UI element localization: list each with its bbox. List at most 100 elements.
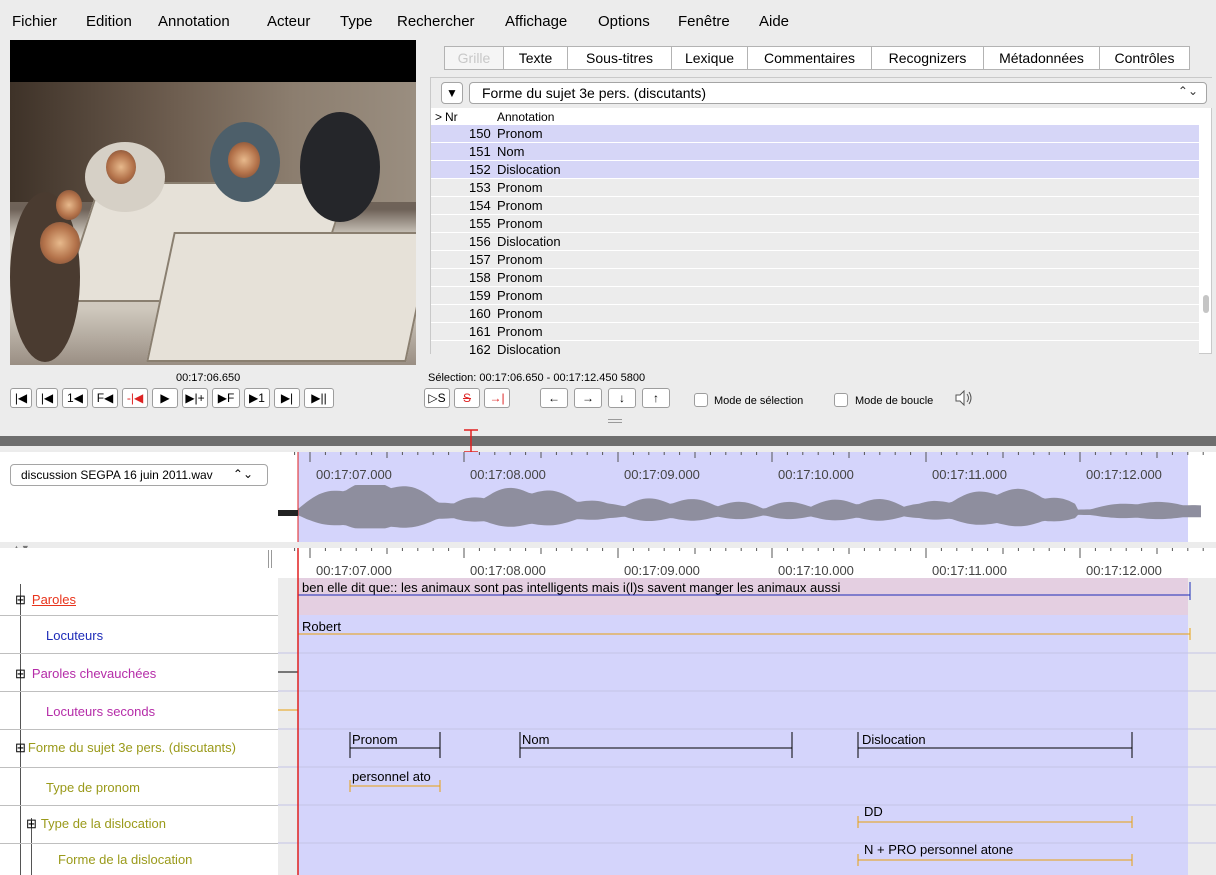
menu-affichage[interactable]: Affichage bbox=[505, 13, 567, 30]
grid-row[interactable]: 154 Pronom bbox=[431, 197, 1199, 215]
waveform-plot[interactable]: 00:17:07.000 00:17:08.000 00:17:09.000 00:1… bbox=[278, 452, 1216, 542]
menu-acteur[interactable]: Acteur bbox=[267, 13, 310, 30]
grid-row[interactable]: 159 Pronom bbox=[431, 287, 1199, 305]
tier-locuteurs[interactable]: Locuteurs bbox=[34, 628, 103, 643]
play-selection-button[interactable]: ▷S bbox=[424, 388, 450, 408]
expand-icon[interactable]: ⊞ bbox=[15, 740, 26, 755]
go-to-begin-button[interactable]: |◀ bbox=[10, 388, 32, 408]
next-frame-button[interactable]: ▶| bbox=[274, 388, 300, 408]
tier-forme-dislocation[interactable]: Forme de la dislocation bbox=[44, 852, 192, 867]
menu-aide[interactable]: Aide bbox=[759, 13, 789, 30]
forward-one-second-button[interactable]: ▶1 bbox=[244, 388, 270, 408]
menu-edition[interactable]: Edition bbox=[86, 13, 132, 30]
grid-row[interactable]: 155 Pronom bbox=[431, 215, 1199, 233]
tab-metadonnees[interactable]: Métadonnées bbox=[984, 46, 1100, 70]
menu-fichier[interactable]: Fichier bbox=[12, 13, 57, 30]
scrollbar-thumb[interactable] bbox=[1203, 295, 1209, 313]
previous-frame-button[interactable]: |◀ bbox=[36, 388, 58, 408]
expand-icon[interactable]: ⊞ bbox=[26, 816, 37, 831]
video-viewer[interactable] bbox=[10, 40, 416, 365]
menu-options[interactable]: Options bbox=[598, 13, 650, 30]
mode-boucle-checkbox[interactable] bbox=[834, 393, 848, 407]
grid-scrollbar[interactable] bbox=[1202, 125, 1210, 354]
tab-recognizers[interactable]: Recognizers bbox=[872, 46, 984, 70]
tab-controles[interactable]: Contrôles bbox=[1100, 46, 1190, 70]
grid-panel: ▼ Forme du sujet 3e pers. (discutants) ⌃… bbox=[430, 77, 1213, 354]
grid-row[interactable]: 160 Pronom bbox=[431, 305, 1199, 323]
menu-rechercher[interactable]: Rechercher bbox=[397, 13, 475, 30]
row-nr: 157 bbox=[469, 252, 491, 267]
back-frame-button[interactable]: F◀ bbox=[92, 388, 118, 408]
volume-icon[interactable] bbox=[954, 390, 974, 406]
row-nr: 156 bbox=[469, 234, 491, 249]
annotation-type-dislocation[interactable]: DD bbox=[864, 804, 883, 819]
annotation-nom[interactable]: Nom bbox=[522, 732, 549, 747]
row-nr: 150 bbox=[469, 126, 491, 141]
tier-select[interactable]: Forme du sujet 3e pers. (discutants) ⌃⌄ bbox=[469, 82, 1207, 104]
annotation-dislocation[interactable]: Dislocation bbox=[862, 732, 926, 747]
tier-paroles[interactable]: ⊞ Paroles bbox=[15, 592, 76, 608]
selection-end-button[interactable]: →| bbox=[484, 388, 510, 408]
ruler-tick-label: 00:17:07.000 bbox=[316, 467, 392, 482]
tier-paroles-chevauchees[interactable]: ⊞ Paroles chevauchées bbox=[15, 666, 156, 682]
back-pixel-button[interactable]: -|◀ bbox=[122, 388, 148, 408]
grid-row[interactable]: 162 Dislocation bbox=[431, 341, 1199, 354]
panel-resize-handle[interactable] bbox=[268, 550, 272, 568]
tab-texte[interactable]: Texte bbox=[504, 46, 568, 70]
audio-file-select[interactable]: discussion SEGPA 16 juin 2011.wav ⌃⌄ bbox=[10, 464, 268, 486]
tier-type-pronom[interactable]: Type de pronom bbox=[34, 780, 140, 795]
mode-selection-checkbox[interactable] bbox=[694, 393, 708, 407]
annotation-pronom[interactable]: Pronom bbox=[352, 732, 398, 747]
grid-row[interactable]: 158 Pronom bbox=[431, 269, 1199, 287]
annotation-below-button[interactable]: ↓ bbox=[608, 388, 636, 408]
splitter-handle[interactable] bbox=[608, 419, 622, 423]
clear-selection-button[interactable]: S bbox=[454, 388, 480, 408]
grid-row[interactable]: 150 Pronom bbox=[431, 125, 1199, 143]
play-button[interactable]: ▶ bbox=[152, 388, 178, 408]
mode-selection-label: Mode de sélection bbox=[714, 395, 804, 407]
col-nr-header[interactable]: Nr bbox=[445, 110, 458, 124]
expand-icon[interactable]: ⊞ bbox=[15, 592, 26, 607]
updown-icon: ⌃⌄ bbox=[232, 467, 253, 481]
grid-row[interactable]: 151 Nom bbox=[431, 143, 1199, 161]
view-tabs: Grille Texte Sous-titres Lexique Comment… bbox=[444, 46, 1212, 70]
row-nr: 153 bbox=[469, 180, 491, 195]
annotation-forme-dislocation[interactable]: N + PRO personnel atone bbox=[864, 842, 1013, 857]
menu-fenetre[interactable]: Fenêtre bbox=[678, 13, 730, 30]
ruler-tick-label: 00:17:09.000 bbox=[624, 467, 700, 482]
annotation-type-pronom[interactable]: personnel ato bbox=[352, 769, 431, 784]
grid-row[interactable]: 153 Pronom bbox=[431, 179, 1199, 197]
previous-annotation-button[interactable]: ← bbox=[540, 388, 568, 408]
annotation-above-button[interactable]: ↑ bbox=[642, 388, 670, 408]
overview-ruler[interactable] bbox=[0, 436, 1216, 446]
tab-sous-titres[interactable]: Sous-titres bbox=[568, 46, 672, 70]
go-to-end-button[interactable]: ▶|| bbox=[304, 388, 334, 408]
annotation-paroles[interactable]: ben elle dit que:: les animaux sont pas … bbox=[302, 580, 840, 595]
col-annotation-header[interactable]: Annotation bbox=[497, 110, 554, 124]
tier-locuteurs-seconds[interactable]: Locuteurs seconds bbox=[34, 704, 155, 719]
tab-commentaires[interactable]: Commentaires bbox=[748, 46, 872, 70]
tier-type-dislocation[interactable]: ⊞ Type de la dislocation bbox=[26, 816, 166, 832]
tier-type-pronom-label: Type de pronom bbox=[46, 780, 140, 795]
forward-frame-button[interactable]: ▶F bbox=[212, 388, 240, 408]
grid-row[interactable]: 161 Pronom bbox=[431, 323, 1199, 341]
tier-menu-button[interactable]: ▼ bbox=[441, 82, 463, 104]
menu-type[interactable]: Type bbox=[340, 13, 373, 30]
annotation-locuteur[interactable]: Robert bbox=[302, 619, 341, 634]
timeline-viewer[interactable]: ⊞ Paroles Locuteurs ⊞ Paroles chevauchées … bbox=[0, 548, 1216, 875]
forward-pixel-button[interactable]: ▶|+ bbox=[182, 388, 208, 408]
waveform-viewer[interactable]: discussion SEGPA 16 juin 2011.wav ⌃⌄ 00:… bbox=[0, 452, 1216, 542]
timeline-plot[interactable]: 00:17:07.000 00:17:08.000 00:17:09.000 00:1… bbox=[278, 548, 1216, 875]
expand-icon[interactable]: ⊞ bbox=[15, 666, 26, 681]
ruler-tick-label: 00:17:12.000 bbox=[1086, 563, 1162, 578]
grid-row[interactable]: 157 Pronom bbox=[431, 251, 1199, 269]
menu-annotation[interactable]: Annotation bbox=[158, 13, 230, 30]
tier-forme-sujet[interactable]: ⊞ Forme du sujet 3e pers. (discutants) bbox=[15, 740, 236, 756]
tab-lexique[interactable]: Lexique bbox=[672, 46, 748, 70]
tab-grille[interactable]: Grille bbox=[444, 46, 504, 70]
back-one-second-button[interactable]: 1◀ bbox=[62, 388, 88, 408]
grid-row[interactable]: 156 Dislocation bbox=[431, 233, 1199, 251]
grid-row[interactable]: 152 Dislocation bbox=[431, 161, 1199, 179]
next-annotation-button[interactable]: → bbox=[574, 388, 602, 408]
row-nr: 151 bbox=[469, 144, 491, 159]
